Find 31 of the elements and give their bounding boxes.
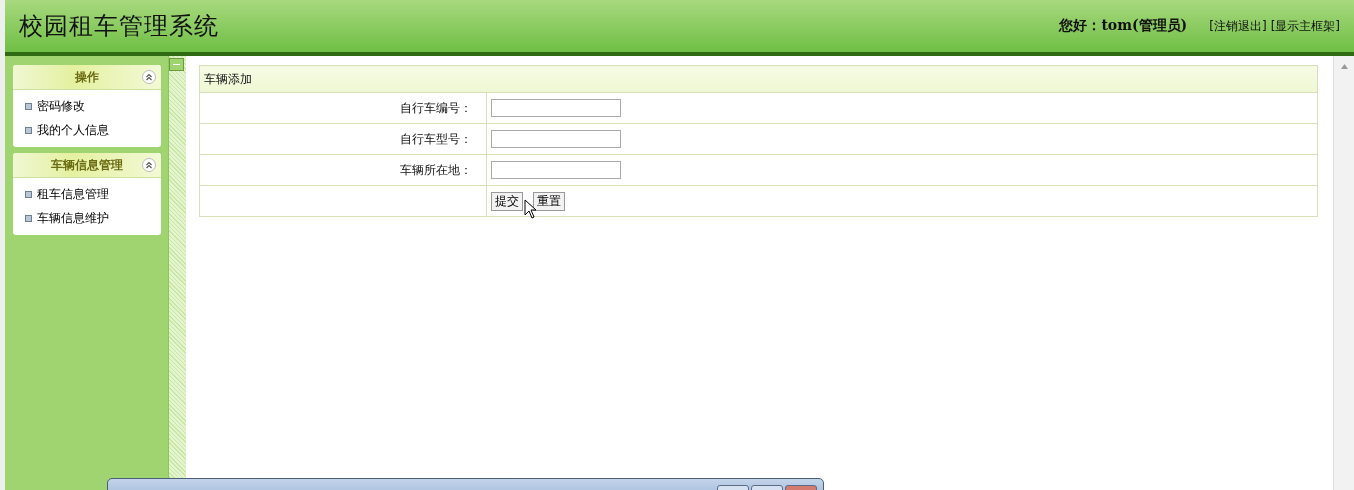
app-title: 校园租车管理系统 xyxy=(19,11,219,42)
form-button[interactable]: 提交 xyxy=(491,191,523,211)
form-button[interactable]: 重置 xyxy=(533,191,565,211)
panel-title: 车辆添加 xyxy=(204,71,252,86)
menu-item[interactable]: 我的个人信息 xyxy=(37,121,109,139)
input-field[interactable] xyxy=(491,99,621,117)
section-title: 操作 xyxy=(75,68,99,86)
cursor-icon xyxy=(524,199,536,219)
section-title: 车辆信息管理 xyxy=(51,156,123,174)
scrollbar[interactable] xyxy=(1333,56,1354,490)
input-field[interactable] xyxy=(491,161,621,179)
header-link[interactable]: [注销退出] xyxy=(1209,17,1267,35)
scroll-up-icon[interactable] xyxy=(1340,64,1348,69)
input-field[interactable] xyxy=(491,130,621,148)
bullet-icon xyxy=(25,126,32,134)
field-label: 自行车型号： xyxy=(400,131,472,146)
bullet-icon xyxy=(25,214,32,222)
bullet-icon xyxy=(25,190,32,198)
collapse-icon[interactable] xyxy=(142,70,156,84)
bullet-icon xyxy=(25,102,32,110)
header-link[interactable]: [显示主框架] xyxy=(1270,17,1340,35)
menu-item[interactable]: 租车信息管理 xyxy=(37,185,109,203)
menu-item[interactable]: 密码修改 xyxy=(37,97,85,115)
menu-item[interactable]: 车辆信息维护 xyxy=(37,209,109,227)
user-greeting: 您好：tom(管理员) xyxy=(1059,17,1188,35)
collapse-icon[interactable] xyxy=(142,158,156,172)
field-label: 自行车编号： xyxy=(400,100,472,115)
collapse-toggle[interactable] xyxy=(169,58,184,71)
section-header[interactable]: 车辆信息管理 xyxy=(13,153,161,178)
field-label: 车辆所在地： xyxy=(400,162,472,177)
section-header[interactable]: 操作 xyxy=(13,65,161,90)
